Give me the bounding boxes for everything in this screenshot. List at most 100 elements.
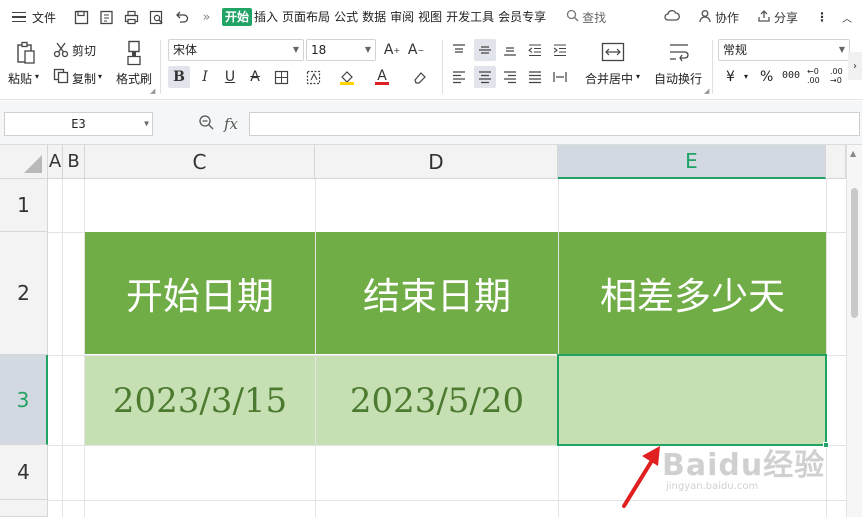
row-header-4[interactable]: 4 <box>0 445 48 500</box>
currency-button[interactable]: ¥ <box>726 69 735 85</box>
share-icon <box>757 9 771 26</box>
column-header-a[interactable]: A <box>48 145 63 179</box>
undo-icon[interactable] <box>172 8 191 27</box>
merge-center-button[interactable]: 合并居中 <box>585 70 633 87</box>
fill-color-icon[interactable] <box>336 66 358 88</box>
menu-icon[interactable] <box>12 11 26 23</box>
italic-icon[interactable]: I <box>194 66 216 88</box>
column-header-c[interactable]: C <box>85 145 315 179</box>
increase-decimal-icon[interactable]: ←0.00 <box>807 67 820 85</box>
align-right-icon[interactable] <box>499 66 521 88</box>
share-button[interactable]: 分享 <box>757 9 798 26</box>
font-size-select[interactable]: 18 ▼ <box>306 39 376 61</box>
align-left-icon[interactable] <box>448 66 470 88</box>
decrease-decimal-icon[interactable]: .00 →0 <box>830 67 843 85</box>
tab-developer[interactable]: 开发工具 <box>444 8 496 26</box>
number-format-select[interactable]: 常规 ▼ <box>718 39 850 61</box>
collapse-ribbon-icon[interactable]: ︿ <box>842 10 852 25</box>
distributed-icon[interactable] <box>549 66 571 88</box>
increase-indent-icon[interactable] <box>549 39 571 61</box>
bold-icon[interactable]: B <box>168 66 190 88</box>
font-name-select[interactable]: 宋体 ▼ <box>168 39 304 61</box>
tab-review[interactable]: 审阅 <box>388 8 416 26</box>
format-painter-button[interactable]: 格式刷 <box>116 70 152 87</box>
tab-member[interactable]: 会员专享 <box>496 8 548 26</box>
merge-center-icon[interactable] <box>599 41 627 63</box>
cell-c3[interactable]: 2023/3/15 <box>85 356 315 445</box>
row-header-2[interactable]: 2 <box>0 232 48 355</box>
separator <box>712 40 713 94</box>
wrap-text-icon[interactable] <box>665 41 693 63</box>
tab-data[interactable]: 数据 <box>360 8 388 26</box>
increase-font-icon[interactable]: A + <box>381 39 403 61</box>
tab-formulas[interactable]: 公式 <box>332 8 360 26</box>
column-header-d[interactable]: D <box>315 145 558 179</box>
search-box[interactable]: 查找 <box>566 9 606 26</box>
tab-home[interactable]: 开始 <box>222 8 253 26</box>
name-box[interactable]: E3 ▼ <box>4 112 153 136</box>
font-color-icon[interactable]: A <box>371 66 393 88</box>
cell-d3[interactable]: 2023/5/20 <box>316 356 558 445</box>
cell-e2[interactable]: 相差多少天 <box>559 232 826 354</box>
separator <box>442 40 443 94</box>
copy-button[interactable]: 复制 <box>72 70 96 87</box>
more-chevron-icon[interactable]: » <box>197 8 216 27</box>
copy-dropdown-icon[interactable]: ▾ <box>98 72 102 81</box>
align-middle-icon[interactable] <box>474 39 496 61</box>
merge-dropdown-icon[interactable]: ▾ <box>636 72 640 81</box>
align-center-icon[interactable] <box>474 66 496 88</box>
thousands-separator-icon[interactable]: 000 <box>782 70 800 81</box>
row-header-3[interactable]: 3 <box>0 355 48 445</box>
paste-dropdown-icon[interactable]: ▾ <box>35 72 39 81</box>
tab-insert[interactable]: 插入 <box>252 8 280 26</box>
scroll-up-icon[interactable]: ▲ <box>850 149 856 158</box>
more-options-icon[interactable]: ⋮ <box>816 10 828 24</box>
tab-page-layout[interactable]: 页面布局 <box>280 8 332 26</box>
strikethrough-icon[interactable]: A <box>244 66 266 88</box>
search-label: 查找 <box>582 10 607 25</box>
cut-icon[interactable] <box>52 41 70 59</box>
clipboard-launcher-icon[interactable]: ◢ <box>150 87 155 95</box>
percent-button[interactable]: % <box>760 69 773 85</box>
underline-icon[interactable]: U <box>219 66 241 88</box>
insert-function-icon[interactable]: fx <box>224 115 238 133</box>
cut-button[interactable]: 剪切 <box>72 42 96 59</box>
vertical-scrollbar[interactable]: ▲ <box>846 145 862 517</box>
column-header-empty[interactable] <box>826 145 846 179</box>
ribbon-scroll-right-icon[interactable]: › <box>848 52 862 80</box>
row-header-5[interactable] <box>0 500 48 517</box>
borders-icon[interactable] <box>270 66 292 88</box>
copy-icon[interactable] <box>52 67 70 85</box>
select-all-corner[interactable] <box>0 145 48 179</box>
cell-d2[interactable]: 结束日期 <box>316 232 558 354</box>
collab-button[interactable]: 协作 <box>698 9 739 26</box>
paste-button[interactable]: 粘贴 <box>8 70 32 87</box>
currency-dropdown-icon[interactable]: ▾ <box>744 72 748 81</box>
zoom-icon[interactable] <box>198 114 214 133</box>
save-icon[interactable] <box>72 8 91 27</box>
decrease-indent-icon[interactable] <box>524 39 546 61</box>
tab-view[interactable]: 视图 <box>416 8 444 26</box>
column-header-e[interactable]: E <box>558 145 826 179</box>
decrease-font-icon[interactable]: A − <box>405 39 427 61</box>
scrollbar-thumb[interactable] <box>851 188 858 318</box>
justify-icon[interactable] <box>524 66 546 88</box>
align-bottom-icon[interactable] <box>499 39 521 61</box>
align-top-icon[interactable] <box>448 39 470 61</box>
print-icon[interactable] <box>122 8 141 27</box>
cell-style-icon[interactable] <box>302 66 324 88</box>
print-preview-icon[interactable] <box>147 8 166 27</box>
wrap-text-button[interactable]: 自动换行 <box>654 70 702 87</box>
cloud-sync-button[interactable] <box>664 9 680 25</box>
export-pdf-icon[interactable] <box>97 8 116 27</box>
row-header-1[interactable]: 1 <box>0 179 48 232</box>
column-header-b[interactable]: B <box>63 145 85 179</box>
formula-input[interactable] <box>249 112 860 136</box>
file-menu[interactable]: 文件 <box>32 9 56 26</box>
alignment-launcher-icon[interactable]: ◢ <box>704 87 709 95</box>
cell-c2[interactable]: 开始日期 <box>85 232 315 354</box>
clear-format-icon[interactable] <box>408 66 430 88</box>
chevron-down-icon: ▼ <box>144 119 149 128</box>
paste-icon[interactable] <box>14 40 38 66</box>
format-painter-icon[interactable] <box>122 39 146 67</box>
